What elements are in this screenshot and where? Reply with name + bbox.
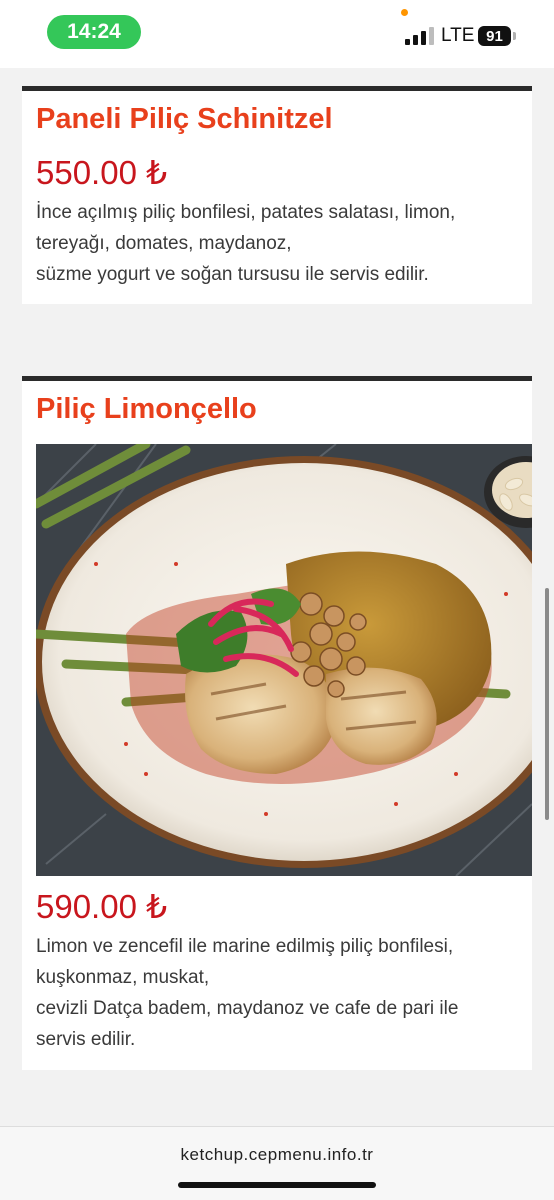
description-line: servis edilir. (36, 1029, 136, 1050)
menu-item-description: Limon ve zencefil ile marine edilmiş pil… (36, 931, 526, 1055)
privacy-indicator-dot (401, 9, 408, 16)
status-time: 14:24 (47, 15, 141, 49)
description-line: tereyağı, domates, maydanoz, (36, 233, 292, 254)
description-line: kuşkonmaz, muskat, (36, 967, 210, 988)
menu-item-description: İnce açılmış piliç bonfilesi, patates sa… (36, 197, 526, 290)
menu-item-price: 590.00 ₺ (36, 888, 168, 925)
scroll-indicator[interactable] (545, 588, 549, 820)
description-line: cevizli Datça badem, maydanoz ve cafe de… (36, 998, 459, 1019)
food-photo[interactable] (36, 444, 532, 876)
menu-item-price: 550.00 ₺ (36, 154, 168, 191)
status-bar: 14:24 LTE 91 (0, 0, 554, 68)
description-line: süzme yogurt ve soğan tursusu ile servis… (36, 264, 429, 285)
description-line: Limon ve zencefil ile marine edilmiş pil… (36, 936, 454, 957)
menu-item-card[interactable]: Piliç Limonçello 590.00 ₺ Limon ve zence… (22, 376, 532, 1070)
url-text[interactable]: ketchup.cepmenu.info.tr (0, 1145, 554, 1165)
menu-item-title: Piliç Limonçello (36, 393, 257, 425)
network-type: LTE (441, 25, 475, 46)
menu-item-card[interactable]: Paneli Piliç Schinitzel 550.00 ₺ İnce aç… (22, 86, 532, 304)
menu-item-title: Paneli Piliç Schinitzel (36, 103, 333, 135)
signal-strength-icon (405, 27, 434, 45)
battery-level: 91 (478, 26, 511, 46)
browser-address-bar[interactable]: ketchup.cepmenu.info.tr (0, 1126, 554, 1200)
description-line: İnce açılmış piliç bonfilesi, patates sa… (36, 202, 456, 223)
home-indicator[interactable] (178, 1182, 376, 1188)
battery-icon: 91 (478, 26, 516, 46)
